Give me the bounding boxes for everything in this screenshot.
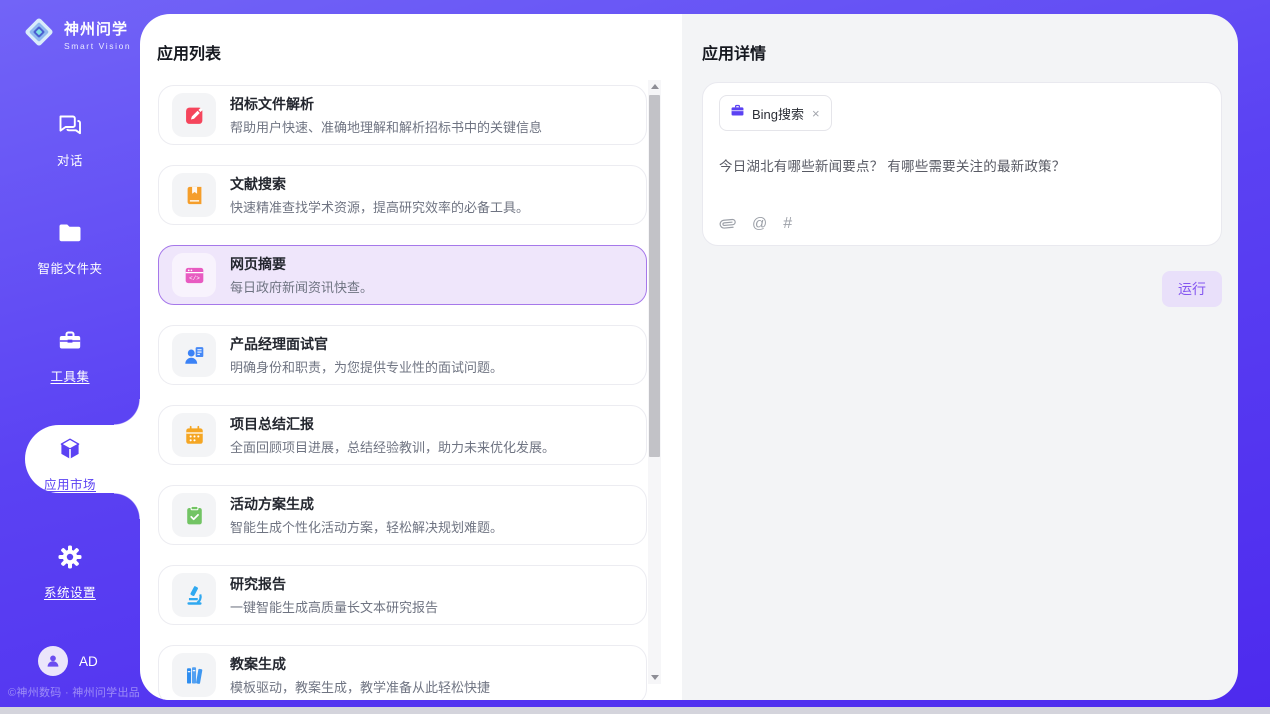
- app-card-title: 文献搜索: [230, 174, 529, 194]
- avatar: [38, 646, 68, 676]
- brand-tagline: Smart Vision: [64, 41, 131, 51]
- sidebar-item-label: 对话: [57, 150, 83, 169]
- gear-icon: [57, 544, 83, 575]
- scrollbar[interactable]: [648, 80, 661, 684]
- sidebar-item-label: 系统设置: [44, 582, 96, 601]
- diamond-logo-icon: [22, 15, 56, 54]
- app-card-description: 智能生成个性化活动方案，轻松解决规划难题。: [230, 517, 503, 536]
- app-card-activity-plan[interactable]: 活动方案生成智能生成个性化活动方案，轻松解决规划难题。: [158, 485, 647, 545]
- brand-name: 神州问学: [64, 18, 131, 39]
- calendar-icon: [172, 413, 216, 457]
- sidebar-item-market[interactable]: 应用市场: [0, 436, 140, 493]
- copyright-text: ©神州数码 · 神州问学出品: [8, 684, 140, 700]
- attachment-icon[interactable]: [719, 215, 736, 232]
- prompt-input-card[interactable]: Bing搜索 × 今日湖北有哪些新闻要点？ 有哪些需要关注的最新政策？ @ #: [702, 82, 1222, 246]
- scroll-up-button[interactable]: [648, 80, 661, 93]
- scrollbar-thumb[interactable]: [649, 95, 660, 457]
- app-card-title: 招标文件解析: [230, 94, 542, 114]
- tool-tag-label: Bing搜索: [752, 104, 804, 123]
- app-card-title: 研究报告: [230, 574, 438, 594]
- user-initials: AD: [79, 654, 98, 669]
- app-card-proj-report[interactable]: 项目总结汇报全面回顾项目进展，总结经验教训，助力未来优化发展。: [158, 405, 647, 465]
- tool-tag-close-icon[interactable]: ×: [811, 107, 821, 120]
- book-icon: [172, 173, 216, 217]
- app-list-panel: 应用列表 招标文件解析帮助用户快速、准确地理解和解析招标书中的关键信息文献搜索快…: [140, 14, 682, 700]
- clipboard-check-icon: [172, 493, 216, 537]
- microscope-icon: [172, 573, 216, 617]
- toolbox-icon: [57, 328, 83, 359]
- tool-tag-bing[interactable]: Bing搜索 ×: [719, 95, 832, 131]
- user-row[interactable]: AD: [38, 646, 98, 676]
- folder-icon: [57, 220, 83, 251]
- sidebar-item-label: 应用市场: [44, 474, 96, 493]
- app-card-research[interactable]: 研究报告一键智能生成高质量长文本研究报告: [158, 565, 647, 625]
- person-icon: [44, 652, 62, 670]
- app-detail-panel: 应用详情 Bing搜索 × 今日湖北有哪些新闻要点？ 有哪些需要关注的最新政策？: [682, 14, 1238, 700]
- cube-icon: [57, 436, 83, 467]
- app-card-title: 项目总结汇报: [230, 414, 555, 434]
- app-card-title: 网页摘要: [230, 254, 373, 274]
- mention-icon[interactable]: @: [752, 216, 767, 231]
- bubble-notch-top: [114, 399, 140, 425]
- app-card-description: 明确身份和职责，为您提供专业性的面试问题。: [230, 357, 503, 376]
- svg-text:</>: </>: [189, 275, 200, 282]
- app-card-list: 招标文件解析帮助用户快速、准确地理解和解析招标书中的关键信息文献搜索快速精准查找…: [158, 85, 647, 700]
- app-card-title: 教案生成: [230, 654, 490, 674]
- edit-square-icon: [172, 93, 216, 137]
- query-text[interactable]: 今日湖北有哪些新闻要点？ 有哪些需要关注的最新政策？: [719, 155, 1205, 175]
- app-card-web-digest[interactable]: </> 网页摘要每日政府新闻资讯快查。: [158, 245, 647, 305]
- app-card-title: 产品经理面试官: [230, 334, 503, 354]
- scroll-down-button[interactable]: [648, 671, 661, 684]
- browser-icon: </>: [172, 253, 216, 297]
- app-card-lesson-plan[interactable]: 教案生成模板驱动，教案生成，教学准备从此轻松快捷: [158, 645, 647, 700]
- sidebar: 神州问学 Smart Vision 对话智能文件夹工具集应用市场系统设置 AD …: [0, 0, 140, 714]
- brand-logo: 神州问学 Smart Vision: [22, 15, 131, 54]
- app-card-bid-parse[interactable]: 招标文件解析帮助用户快速、准确地理解和解析招标书中的关键信息: [158, 85, 647, 145]
- run-button[interactable]: 运行: [1162, 271, 1222, 307]
- app-card-description: 快速精准查找学术资源，提高研究效率的必备工具。: [230, 197, 529, 216]
- briefcase-icon: [730, 103, 745, 123]
- bubble-notch-bottom: [114, 493, 140, 519]
- books-icon: [172, 653, 216, 697]
- sidebar-item-settings[interactable]: 系统设置: [0, 544, 140, 601]
- app-card-title: 活动方案生成: [230, 494, 503, 514]
- sidebar-item-label: 智能文件夹: [37, 258, 102, 277]
- sidebar-item-chat[interactable]: 对话: [0, 112, 140, 169]
- app-card-description: 每日政府新闻资讯快查。: [230, 277, 373, 296]
- app-list-title: 应用列表: [157, 40, 221, 64]
- app-detail-title: 应用详情: [702, 40, 766, 64]
- interviewer-icon: [172, 333, 216, 377]
- sidebar-item-label: 工具集: [50, 366, 89, 385]
- app-window: 神州问学 Smart Vision 对话智能文件夹工具集应用市场系统设置 AD …: [0, 0, 1270, 714]
- app-card-description: 帮助用户快速、准确地理解和解析招标书中的关键信息: [230, 117, 542, 136]
- app-card-lit-search[interactable]: 文献搜索快速精准查找学术资源，提高研究效率的必备工具。: [158, 165, 647, 225]
- topic-hash-icon[interactable]: #: [783, 216, 792, 232]
- app-card-description: 全面回顾项目进展，总结经验教训，助力未来优化发展。: [230, 437, 555, 456]
- content-frame: 应用列表 招标文件解析帮助用户快速、准确地理解和解析招标书中的关键信息文献搜索快…: [140, 14, 1238, 700]
- app-card-pm-interviewer[interactable]: 产品经理面试官明确身份和职责，为您提供专业性的面试问题。: [158, 325, 647, 385]
- app-card-description: 模板驱动，教案生成，教学准备从此轻松快捷: [230, 677, 490, 696]
- chat-icon: [57, 112, 83, 143]
- composer-toolbar: @ #: [719, 215, 792, 232]
- sidebar-item-folders[interactable]: 智能文件夹: [0, 220, 140, 277]
- bottom-edge-strip: [0, 707, 1270, 714]
- app-card-description: 一键智能生成高质量长文本研究报告: [230, 597, 438, 616]
- sidebar-item-tools[interactable]: 工具集: [0, 328, 140, 385]
